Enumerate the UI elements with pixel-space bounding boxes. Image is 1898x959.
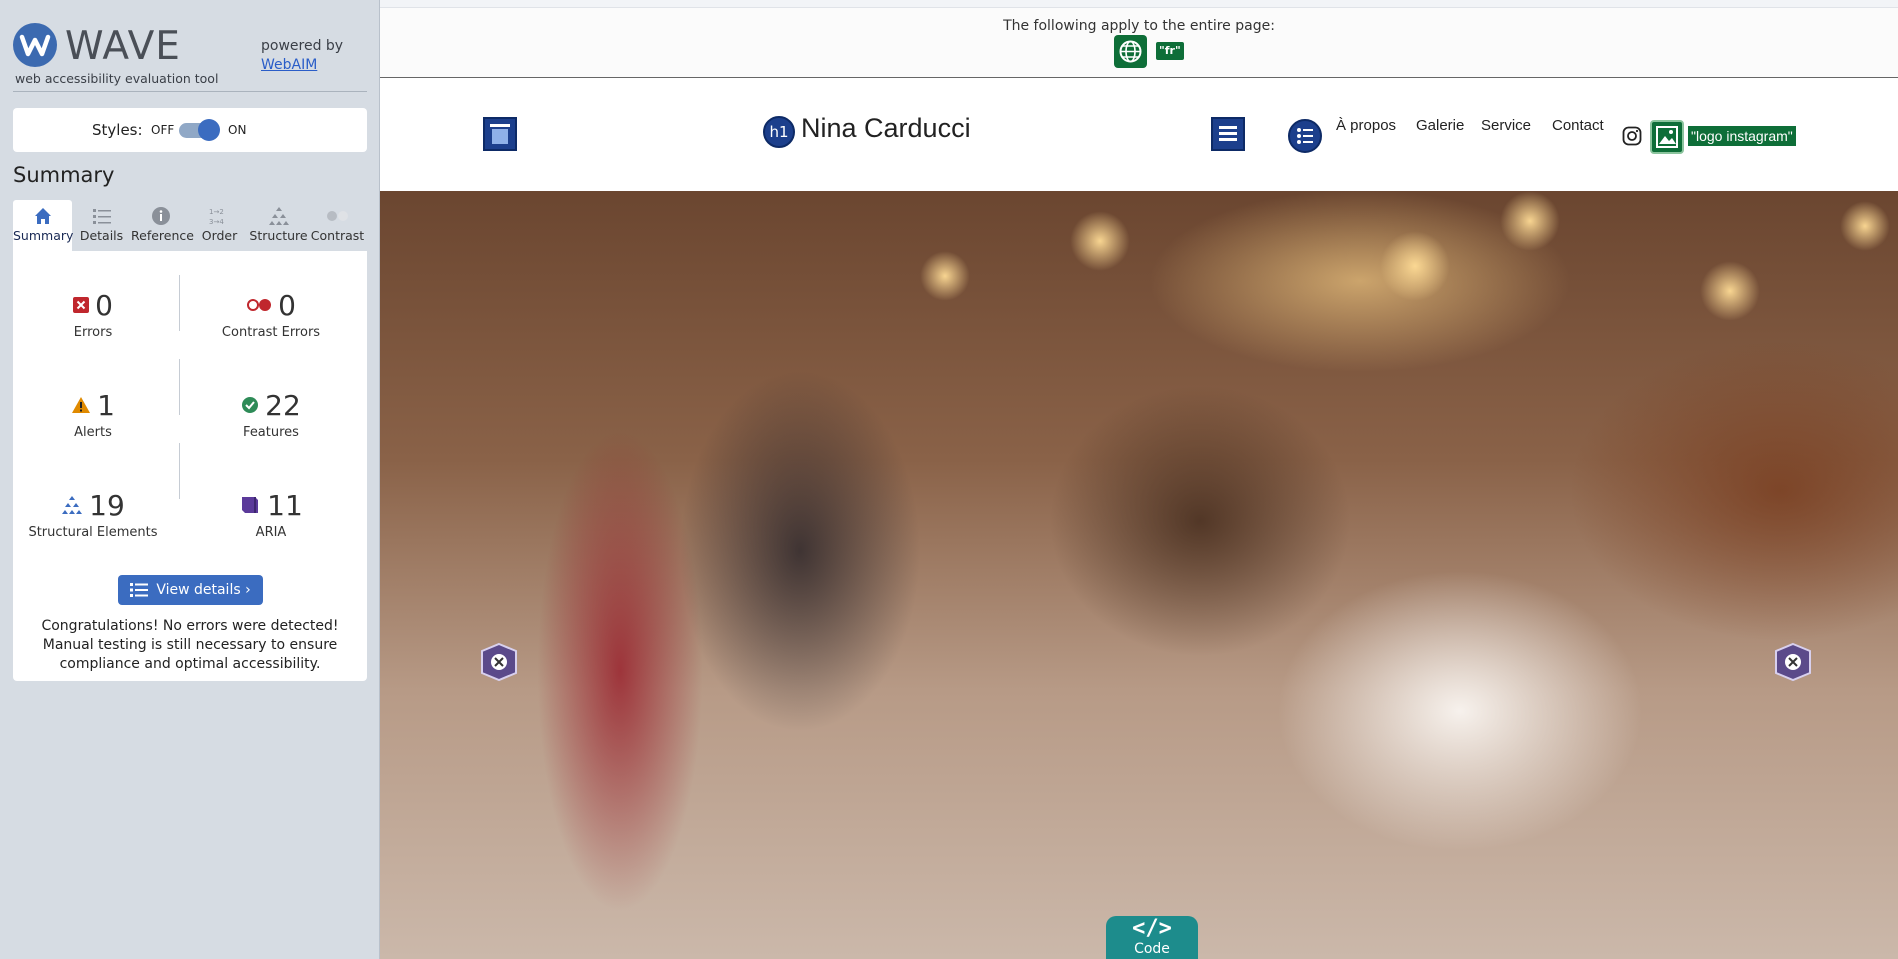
divider	[179, 275, 180, 331]
tab-structure[interactable]: Structure	[249, 200, 308, 251]
aria-label: ARIA	[255, 525, 287, 540]
tab-order[interactable]: 1→2 3→4 Order	[190, 200, 249, 251]
list-icon	[72, 200, 131, 228]
wave-logo-icon	[13, 23, 57, 67]
styles-toggle-panel: Styles: OFF ON	[13, 108, 367, 152]
tab-label: Details	[79, 228, 124, 243]
stat-aria[interactable]: 11 ARIA	[191, 488, 351, 540]
structural-label: Structural Elements	[28, 525, 158, 540]
tab-label: Summary	[13, 228, 74, 243]
stat-structural-elements[interactable]: 19 Structural Elements	[13, 488, 173, 541]
wave-sidebar: WAVE web accessibility evaluation tool p…	[0, 0, 380, 959]
tab-reference[interactable]: Reference	[131, 200, 194, 251]
carousel-next-hidden-icon[interactable]	[1774, 642, 1812, 682]
instagram-icon[interactable]	[1622, 126, 1642, 146]
stat-alerts[interactable]: 1 Alerts	[13, 388, 173, 440]
code-icon: </>	[1132, 916, 1172, 941]
powered-by-text: powered by	[261, 38, 344, 54]
site-header: h1 Nina Carducci À propos Galerie Servic…	[380, 79, 1898, 191]
list-icon	[130, 583, 149, 597]
hero-sparkle	[1700, 261, 1760, 321]
nav-link-a-propos[interactable]: À propos	[1336, 117, 1396, 134]
errors-count: 0	[95, 288, 113, 322]
tab-label: Structure	[249, 228, 308, 243]
order-icon: 1→2 3→4	[190, 200, 249, 228]
nav-link-galerie[interactable]: Galerie	[1416, 117, 1464, 134]
wave-tabs: Summary Details Reference 1→2 3→4 Order S…	[13, 200, 367, 251]
styles-toggle-knob[interactable]	[198, 119, 220, 141]
contrast-icon	[308, 200, 367, 228]
alt-text-badge[interactable]: "logo instagram"	[1688, 126, 1796, 146]
alerts-label: Alerts	[74, 425, 112, 440]
aria-nav-icon[interactable]	[1210, 116, 1246, 154]
structure-icon	[62, 496, 83, 514]
webaim-link[interactable]: WebAIM	[261, 57, 317, 73]
hero-sparkle	[1840, 201, 1890, 251]
contrast-errors-label: Contrast Errors	[221, 325, 321, 340]
hero-sparkle	[1070, 211, 1130, 271]
page-level-text: The following apply to the entire page:	[1003, 18, 1275, 34]
features-label: Features	[243, 425, 299, 440]
h1-icon[interactable]: h1	[763, 116, 795, 148]
alert-icon	[72, 397, 91, 413]
hero-sparkle	[1380, 231, 1450, 301]
aria-landmark-icon[interactable]	[482, 116, 518, 154]
contrast-error-icon	[247, 299, 272, 311]
svg-text:3→4: 3→4	[209, 218, 224, 226]
feature-check-icon	[242, 397, 259, 413]
structural-count: 19	[89, 488, 125, 522]
language-value-badge[interactable]: "fr"	[1156, 42, 1184, 60]
nav-link-service[interactable]: Service	[1481, 117, 1531, 134]
hero-sparkle	[1500, 191, 1560, 251]
wave-wordmark: WAVE	[65, 24, 181, 69]
view-details-button[interactable]: View details ›	[118, 575, 263, 605]
home-icon	[13, 200, 72, 228]
alerts-count: 1	[97, 388, 115, 422]
congrats-message: Congratulations! No errors were detected…	[41, 618, 339, 672]
tab-details[interactable]: Details	[72, 200, 131, 251]
browser-top-strip	[380, 0, 1898, 8]
divider	[179, 359, 180, 415]
carousel-prev-hidden-icon[interactable]	[480, 642, 518, 682]
hero-sparkle	[920, 251, 970, 301]
powered-by: powered by WebAIM	[261, 37, 343, 75]
styles-off-label: OFF	[151, 123, 175, 137]
wave-tagline: web accessibility evaluation tool	[15, 71, 219, 86]
tab-label: Contrast	[310, 228, 365, 243]
globe-icon[interactable]	[1114, 35, 1147, 68]
wave-brand: WAVE web accessibility evaluation tool p…	[13, 23, 373, 91]
error-icon	[73, 297, 90, 313]
styles-on-label: ON	[228, 123, 247, 137]
divider	[179, 443, 180, 499]
code-label: Code	[1134, 941, 1170, 957]
summary-heading: Summary	[13, 163, 115, 187]
stat-errors[interactable]: 0 Errors	[13, 288, 173, 340]
nav-link-contact[interactable]: Contact	[1552, 117, 1604, 134]
image-alt-icon[interactable]	[1650, 120, 1684, 154]
styles-label: Styles:	[92, 121, 143, 139]
info-icon	[131, 200, 190, 228]
view-details-label: View details ›	[156, 582, 251, 598]
contrast-errors-count: 0	[278, 288, 296, 322]
stat-contrast-errors[interactable]: 0 Contrast Errors	[191, 288, 351, 341]
svg-text:1→2: 1→2	[209, 208, 224, 216]
code-toggle-button[interactable]: </> Code	[1106, 916, 1198, 959]
tab-contrast[interactable]: Contrast	[308, 200, 367, 251]
aria-count: 11	[267, 488, 303, 522]
tab-label: Order	[201, 228, 238, 243]
tab-label: Reference	[131, 228, 194, 243]
page-level-banner: The following apply to the entire page: …	[380, 8, 1898, 78]
structure-icon	[249, 200, 308, 228]
errors-label: Errors	[73, 325, 113, 340]
features-count: 22	[265, 388, 301, 422]
tab-summary[interactable]: Summary	[13, 200, 74, 251]
divider	[13, 91, 367, 92]
site-title: Nina Carducci	[801, 113, 971, 143]
hero-image: </> Code	[380, 191, 1898, 959]
list-structure-icon[interactable]	[1288, 119, 1322, 153]
aria-icon	[242, 497, 259, 513]
stat-features[interactable]: 22 Features	[191, 388, 351, 440]
summary-panel: 0 Errors 0 Contrast Errors 1 Alerts 22 F…	[13, 251, 367, 681]
